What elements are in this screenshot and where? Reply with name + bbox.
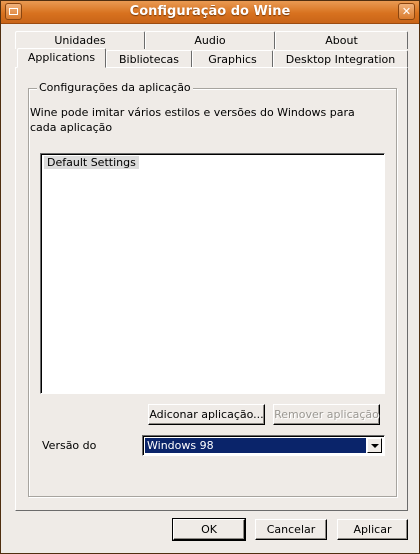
group-title: Configurações da aplicação — [37, 81, 193, 94]
remove-application-button[interactable]: Remover aplicação — [273, 404, 380, 425]
add-application-button[interactable]: Adiconar aplicação... — [148, 404, 265, 425]
apply-button[interactable]: Aplicar — [337, 519, 408, 540]
windows-version-value: Windows 98 — [145, 438, 366, 453]
wine-config-window: Configuração do Wine ✕ Unidades Audio Ab… — [0, 0, 420, 554]
windows-version-select[interactable]: Windows 98 — [142, 435, 385, 456]
version-label: Versão do — [42, 439, 97, 452]
title-bar[interactable]: Configuração do Wine ✕ — [1, 1, 419, 24]
tab-panel-applications: Configurações da aplicação Wine pode imi… — [15, 67, 408, 511]
cancel-button[interactable]: Cancelar — [255, 519, 327, 540]
chevron-down-icon[interactable] — [367, 438, 382, 453]
app-settings-group: Configurações da aplicação Wine pode imi… — [28, 81, 397, 497]
tab-audio[interactable]: Audio — [145, 31, 275, 49]
tab-bibliotecas[interactable]: Bibliotecas — [106, 50, 192, 68]
tab-graphics[interactable]: Graphics — [192, 50, 273, 68]
group-description: Wine pode imitar vários estilos e versõe… — [30, 106, 355, 134]
close-icon[interactable]: ✕ — [398, 3, 415, 20]
tab-unidades[interactable]: Unidades — [15, 31, 145, 49]
application-list[interactable]: Default Settings — [40, 153, 385, 394]
ok-button[interactable]: OK — [172, 518, 246, 541]
list-item[interactable]: Default Settings — [44, 156, 139, 169]
tab-desktop-integration[interactable]: Desktop Integration — [273, 50, 408, 68]
window-title: Configuração do Wine — [129, 4, 291, 19]
tab-about[interactable]: About — [275, 31, 408, 49]
tab-applications[interactable]: Applications — [17, 48, 106, 68]
